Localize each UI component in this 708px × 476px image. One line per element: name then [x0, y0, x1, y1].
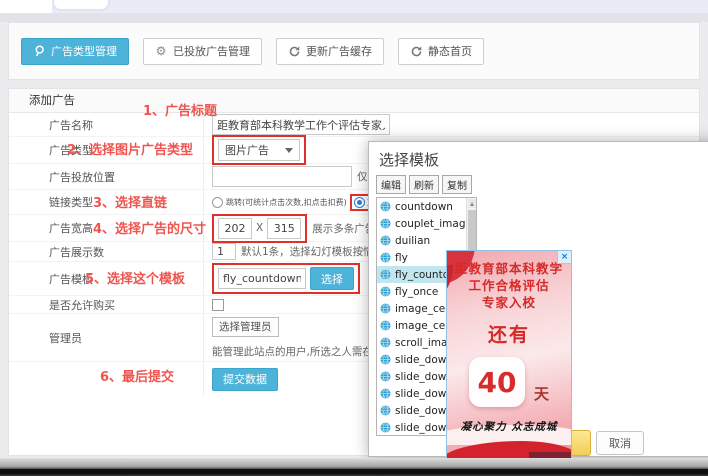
browser-strip-left: [0, 0, 52, 13]
annotation-step3: 3、选择直链: [93, 192, 167, 211]
annotation-step1: 1、广告标题: [143, 100, 217, 119]
preview-slogan: 凝心聚力 众志成城: [447, 419, 571, 434]
submit-button[interactable]: 提交数据: [212, 368, 278, 391]
ad-type-select[interactable]: 图片广告: [218, 139, 300, 161]
template-list-item[interactable]: countdown: [377, 198, 476, 215]
template-name: duilian: [395, 235, 430, 247]
choose-template-button[interactable]: 选择: [310, 267, 354, 290]
browser-top-strip: [0, 0, 708, 13]
globe-icon: [380, 218, 391, 229]
scroll-up-arrow[interactable]: [468, 199, 476, 208]
annotation-step6: 6、最后提交: [100, 366, 174, 385]
globe-icon: [380, 252, 391, 263]
template-list-item[interactable]: couplet_image: [377, 215, 476, 232]
highlight-box-ad-type: 图片广告: [212, 135, 306, 165]
ad-type-manage-label: 广告类型管理: [51, 43, 117, 59]
modal-title: 选择模板: [379, 149, 439, 170]
refresh-ad-cache-label: 更新广告缓存: [306, 43, 372, 59]
admin-label: 管理员: [9, 314, 204, 361]
template-name: couplet_image: [395, 218, 472, 230]
allow-buy-label: 是否允许购买: [9, 296, 204, 313]
ad-position-label: 广告投放位置: [9, 164, 204, 189]
globe-icon: [380, 337, 391, 348]
globe-icon: [380, 303, 391, 314]
choose-admin-button[interactable]: 选择管理员: [212, 317, 279, 337]
annotation-step4: 4、选择广告的尺寸: [93, 218, 206, 237]
template-name: fly: [395, 252, 408, 264]
preview-title-line3: 专家入校: [447, 294, 571, 311]
ad-template-input[interactable]: [218, 268, 306, 289]
copy-button[interactable]: 复制: [442, 175, 472, 194]
modal-actions: 编辑 刷新 复制: [376, 175, 472, 194]
ad-height-input[interactable]: [267, 218, 301, 239]
template-name: countdown: [395, 201, 453, 213]
link-direct-radio[interactable]: [354, 197, 365, 208]
scrollbar-thumb[interactable]: [468, 210, 476, 252]
form-title: 添加广告: [9, 89, 699, 113]
link-jump-label: 跳转(可统计点击次数,扣点击扣费): [226, 197, 347, 208]
globe-icon: [380, 235, 391, 246]
cancel-button[interactable]: 取消: [596, 431, 644, 455]
globe-icon: [380, 371, 391, 382]
annotation-step2: 2、选择图片广告类型: [67, 139, 193, 158]
countdown-unit: 天: [534, 383, 549, 407]
template-name: fly_once: [395, 286, 438, 298]
ad-count-input[interactable]: [212, 243, 236, 260]
ad-type-selected-value: 图片广告: [225, 142, 269, 158]
published-ads-label: 已投放广告管理: [173, 43, 250, 59]
chevron-down-icon: [285, 148, 293, 153]
ad-position-input[interactable]: [212, 166, 352, 187]
highlight-box-ad-size: X: [212, 214, 307, 243]
refresh-icon: [410, 45, 422, 57]
ad-count-label: 广告展示数: [9, 242, 204, 261]
window-bottom-edge: [0, 458, 708, 476]
gears-icon: ⚙: [155, 45, 167, 57]
globe-icon: [380, 388, 391, 399]
preview-title-line2: 工作合格评估: [447, 277, 571, 294]
annotation-step5: 5、选择这个模板: [85, 268, 185, 287]
close-icon[interactable]: ×: [557, 251, 571, 264]
pin-icon: [33, 45, 45, 57]
ad-width-input[interactable]: [218, 218, 252, 239]
static-homepage-button[interactable]: 静态首页: [398, 38, 484, 65]
refresh-button[interactable]: 刷新: [409, 175, 439, 194]
ad-name-input[interactable]: [212, 114, 390, 135]
window-divider-strip: [0, 13, 708, 22]
globe-icon: [380, 354, 391, 365]
screen: 广告类型管理 ⚙ 已投放广告管理 更新广告缓存 静态首页 添加广告 广告名称: [0, 0, 708, 476]
globe-icon: [380, 269, 391, 280]
allow-buy-checkbox[interactable]: [212, 299, 224, 311]
template-preview-popup: × 距教育部本科教学 工作合格评估 专家入校 还有 40 天 凝心聚力 众志成城: [446, 250, 572, 462]
template-list-item[interactable]: duilian: [377, 232, 476, 249]
globe-icon: [380, 405, 391, 416]
static-homepage-label: 静态首页: [428, 43, 472, 59]
refresh-ad-cache-button[interactable]: 更新广告缓存: [276, 38, 384, 65]
ad-type-manage-button[interactable]: 广告类型管理: [21, 38, 129, 65]
globe-icon: [380, 422, 391, 433]
countdown-number: 40: [469, 357, 525, 407]
browser-tab-remnant: [52, 0, 110, 11]
link-jump-radio[interactable]: [212, 197, 223, 208]
row-ad-name: 广告名称: [9, 113, 699, 137]
published-ads-button[interactable]: ⚙ 已投放广告管理: [143, 38, 262, 65]
refresh-icon: [288, 45, 300, 57]
preview-title-line1: 距教育部本科教学: [447, 260, 571, 277]
highlight-box-ad-template: 选择: [212, 263, 360, 294]
size-separator: X: [256, 222, 263, 234]
countdown-prefix: 还有: [447, 320, 571, 347]
globe-icon: [380, 201, 391, 212]
globe-icon: [380, 286, 391, 297]
toolbar: 广告类型管理 ⚙ 已投放广告管理 更新广告缓存 静态首页: [8, 22, 700, 80]
edit-button[interactable]: 编辑: [376, 175, 406, 194]
globe-icon: [380, 320, 391, 331]
